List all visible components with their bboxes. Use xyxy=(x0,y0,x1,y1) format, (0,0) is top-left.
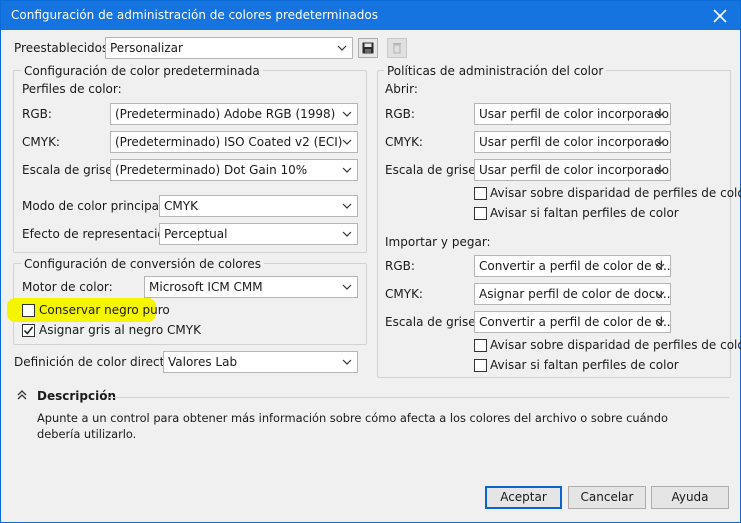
default-cmyk-select[interactable]: (Predeterminado) ISO Coated v2 (ECI) xyxy=(110,131,358,153)
save-preset-button[interactable] xyxy=(358,38,378,58)
dialog-window: Configuración de administración de color… xyxy=(0,0,741,523)
save-icon xyxy=(362,42,374,54)
default-gray-value: (Predeterminado) Dot Gain 10% xyxy=(115,163,308,177)
chevron-down-icon xyxy=(653,256,667,276)
presets-value: Personalizar xyxy=(110,41,183,55)
paste-rgb-label: RGB: xyxy=(385,259,415,273)
spot-label: Definición de color directo: xyxy=(14,355,176,369)
open-warn-mismatch-label: Avisar sobre disparidad de perfiles de c… xyxy=(490,186,741,200)
default-cmyk-value: (Predeterminado) ISO Coated v2 (ECI) xyxy=(115,135,343,149)
delete-icon xyxy=(393,43,401,54)
description-divider xyxy=(109,397,729,398)
open-rgb-value: Usar perfil de color incorporado xyxy=(479,107,669,121)
open-rgb-select[interactable]: Usar perfil de color incorporado xyxy=(474,103,671,125)
default-color-title: Configuración de color predeterminada xyxy=(21,64,263,79)
chevron-down-icon xyxy=(340,277,354,297)
description-title: Descripción xyxy=(37,389,116,403)
close-button[interactable] xyxy=(704,1,736,30)
spot-value: Valores Lab xyxy=(168,355,238,369)
open-cmyk-label: CMYK: xyxy=(385,135,423,149)
open-cmyk-value: Usar perfil de color incorporado xyxy=(479,135,669,149)
default-cmyk-label: CMYK: xyxy=(22,135,60,149)
default-rgb-label: RGB: xyxy=(22,107,52,121)
open-gray-value: Usar perfil de color incorporado xyxy=(479,163,669,177)
accept-button[interactable]: Aceptar xyxy=(485,486,562,509)
paste-cmyk-select[interactable]: Asignar perfil de color de docu... xyxy=(474,283,671,305)
collapse-description-button[interactable] xyxy=(16,389,30,403)
profiles-label: Perfiles de color: xyxy=(22,82,122,96)
open-gray-select[interactable]: Usar perfil de color incorporado xyxy=(474,159,671,181)
rendering-value: Perceptual xyxy=(164,227,228,241)
paste-gray-value: Convertir a perfil de color de d... xyxy=(479,315,671,329)
description-line2: debería utilizarlo. xyxy=(37,427,137,441)
chevron-down-icon xyxy=(340,132,354,152)
chevron-down-icon xyxy=(653,160,667,180)
engine-label: Motor de color: xyxy=(22,280,113,294)
chevron-down-icon xyxy=(653,284,667,304)
cancel-button[interactable]: Cancelar xyxy=(568,486,646,509)
chevron-down-icon xyxy=(653,104,667,124)
chevron-down-icon xyxy=(335,38,349,58)
paste-label: Importar y pegar: xyxy=(385,235,491,249)
chevron-down-icon xyxy=(340,104,354,124)
open-warn-mismatch-checkbox[interactable] xyxy=(474,187,487,200)
open-rgb-label: RGB: xyxy=(385,107,415,121)
window-title: Configuración de administración de color… xyxy=(11,8,378,22)
chevron-down-icon xyxy=(653,132,667,152)
default-gray-select[interactable]: (Predeterminado) Dot Gain 10% xyxy=(110,159,358,181)
engine-select[interactable]: Microsoft ICM CMM xyxy=(144,276,358,298)
open-label: Abrir: xyxy=(385,82,418,96)
chevron-down-icon xyxy=(340,196,354,216)
paste-rgb-value: Convertir a perfil de color de d... xyxy=(479,259,671,273)
map-gray-label: Asignar gris al negro CMYK xyxy=(39,323,201,337)
delete-preset-button[interactable] xyxy=(387,38,407,58)
rendering-select[interactable]: Perceptual xyxy=(159,223,358,245)
presets-label: Preestablecidos: xyxy=(14,41,113,55)
open-cmyk-select[interactable]: Usar perfil de color incorporado xyxy=(474,131,671,153)
open-warn-missing-label: Avisar si faltan perfiles de color xyxy=(490,206,679,220)
default-rgb-select[interactable]: (Predeterminado) Adobe RGB (1998) xyxy=(110,103,358,125)
paste-rgb-select[interactable]: Convertir a perfil de color de d... xyxy=(474,255,671,277)
primary-mode-value: CMYK xyxy=(164,199,198,213)
map-gray-checkbox[interactable] xyxy=(22,324,35,337)
presets-select[interactable]: Personalizar xyxy=(105,37,353,59)
spot-select[interactable]: Valores Lab xyxy=(163,351,358,373)
paste-gray-label: Escala de grises: xyxy=(385,315,486,329)
policies-title: Políticas de administración del color xyxy=(384,64,607,79)
paste-warn-missing-checkbox[interactable] xyxy=(474,359,487,372)
chevron-down-icon xyxy=(340,352,354,372)
engine-value: Microsoft ICM CMM xyxy=(149,280,263,294)
checkmark-icon xyxy=(23,326,34,335)
chevron-down-icon xyxy=(340,160,354,180)
paste-warn-mismatch-label: Avisar sobre disparidad de perfiles de c… xyxy=(490,338,741,352)
paste-cmyk-label: CMYK: xyxy=(385,287,423,301)
chevron-down-icon xyxy=(340,224,354,244)
primary-mode-select[interactable]: CMYK xyxy=(159,195,358,217)
preserve-black-label: Conservar negro puro xyxy=(39,303,170,317)
open-warn-missing-checkbox[interactable] xyxy=(474,207,487,220)
description-line1: Apunte a un control para obtener más inf… xyxy=(37,411,668,425)
default-rgb-value: (Predeterminado) Adobe RGB (1998) xyxy=(115,107,336,121)
preserve-black-checkbox[interactable] xyxy=(22,304,35,317)
close-icon xyxy=(713,8,727,23)
chevron-down-icon xyxy=(653,312,667,332)
conversion-title: Configuración de conversión de colores xyxy=(21,257,264,272)
paste-gray-select[interactable]: Convertir a perfil de color de d... xyxy=(474,311,671,333)
paste-warn-mismatch-checkbox[interactable] xyxy=(474,339,487,352)
title-bar: Configuración de administración de color… xyxy=(1,1,740,30)
chevron-up-double-icon xyxy=(17,390,27,400)
paste-cmyk-value: Asignar perfil de color de docu... xyxy=(479,287,671,301)
paste-warn-missing-label: Avisar si faltan perfiles de color xyxy=(490,358,679,372)
rendering-label: Efecto de representación: xyxy=(22,227,177,241)
help-button[interactable]: Ayuda xyxy=(651,486,729,509)
open-gray-label: Escala de grises: xyxy=(385,163,486,177)
primary-mode-label: Modo de color principal: xyxy=(22,199,167,213)
default-gray-label: Escala de grises: xyxy=(22,163,123,177)
